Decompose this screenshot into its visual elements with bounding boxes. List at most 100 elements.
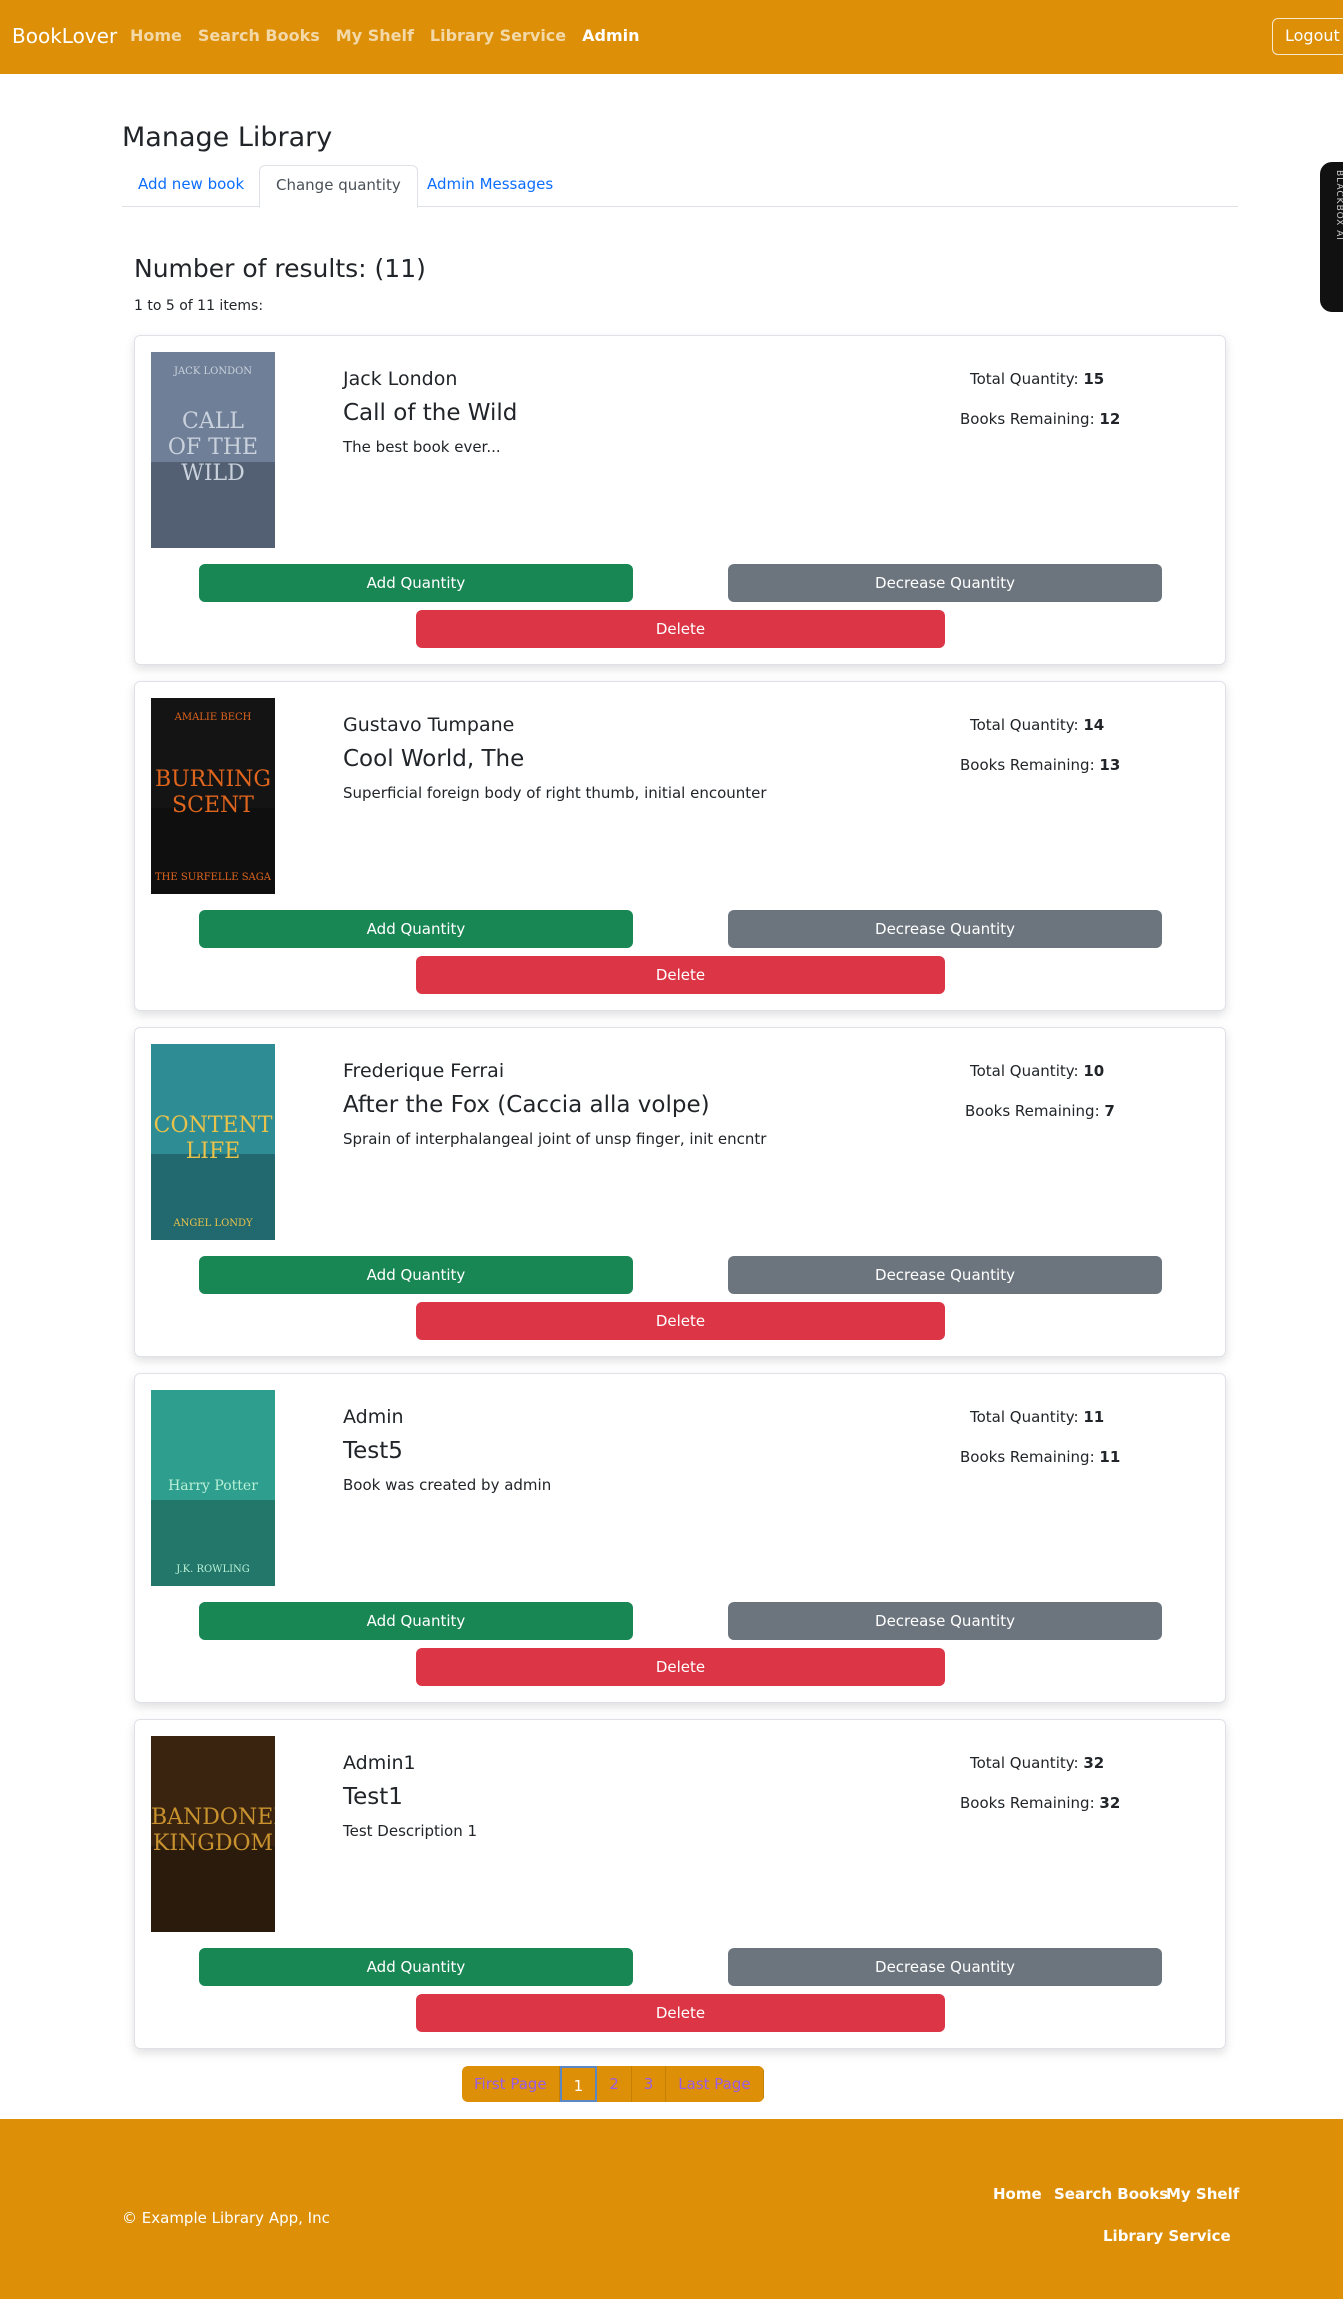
books-remaining: Books Remaining: 32 — [960, 1794, 1220, 1812]
book-cover-image: ABANDONEDKINGDOM — [151, 1736, 275, 1932]
svg-text:OF THE: OF THE — [168, 435, 258, 460]
decrease-quantity-button[interactable]: Decrease Quantity — [728, 910, 1162, 948]
books-remaining: Books Remaining: 7 — [965, 1102, 1225, 1120]
footer-copyright: © Example Library App, Inc — [122, 2209, 330, 2227]
decrease-quantity-button[interactable]: Decrease Quantity — [728, 1948, 1162, 1986]
pagination-first-page[interactable]: First Page — [462, 2066, 560, 2102]
books-remaining-value: 13 — [1099, 756, 1121, 774]
blackbox-side-tab-label: BLACKBOX AI — [1334, 170, 1343, 241]
svg-text:Harry Potter: Harry Potter — [168, 1478, 258, 1494]
total-quantity-label: Total Quantity: — [970, 1062, 1079, 1080]
book-cover-image: JACK LONDON CALL OF THE WILD — [151, 352, 275, 548]
total-quantity-value: 11 — [1083, 1408, 1105, 1426]
books-remaining-label: Books Remaining: — [960, 1448, 1095, 1466]
svg-text:LIFE: LIFE — [186, 1139, 241, 1164]
book-title: After the Fox (Caccia alla volpe) — [343, 1092, 710, 1118]
books-remaining: Books Remaining: 11 — [960, 1448, 1220, 1466]
book-title: Call of the Wild — [343, 400, 518, 426]
footer-link-my-shelf[interactable]: My Shelf — [1166, 2185, 1239, 2203]
add-quantity-button[interactable]: Add Quantity — [199, 910, 633, 948]
book-description: Book was created by admin — [343, 1476, 552, 1494]
total-quantity: Total Quantity: 10 — [970, 1062, 1230, 1080]
logout-button[interactable]: Logout — [1272, 18, 1343, 55]
delete-button[interactable]: Delete — [416, 610, 945, 648]
svg-text:ABANDONED: ABANDONED — [151, 1805, 275, 1830]
add-quantity-button[interactable]: Add Quantity — [199, 1948, 633, 1986]
total-quantity: Total Quantity: 15 — [970, 370, 1230, 388]
books-remaining: Books Remaining: 13 — [960, 756, 1220, 774]
nav-link-library-service[interactable]: Library Service — [430, 26, 566, 45]
delete-button[interactable]: Delete — [416, 1648, 945, 1686]
total-quantity-value: 15 — [1083, 370, 1105, 388]
svg-text:JACK LONDON: JACK LONDON — [173, 366, 252, 377]
book-author: Gustavo Tumpane — [343, 714, 515, 736]
book-author: Jack London — [343, 368, 458, 390]
navbar: BookLover Home Search Books My Shelf Lib… — [0, 0, 1343, 74]
books-remaining-label: Books Remaining: — [960, 1794, 1095, 1812]
books-remaining-value: 12 — [1099, 410, 1121, 428]
total-quantity-value: 14 — [1083, 716, 1105, 734]
svg-text:BURNING: BURNING — [155, 767, 271, 792]
svg-text:CONTENT: CONTENT — [154, 1113, 273, 1138]
footer-link-search-books[interactable]: Search Books — [1054, 2185, 1168, 2203]
tab-change-quantity[interactable]: Change quantity — [259, 165, 418, 208]
book-card: ABANDONEDKINGDOM Admin1 Test1 Test Descript… — [134, 1719, 1226, 2049]
nav-link-home[interactable]: Home — [130, 26, 182, 45]
book-cover-image: AMALIE BECH BURNING SCENT THE SURFELLE SAGA — [151, 698, 275, 894]
book-cover-image: Harry Potter J.K. ROWLING — [151, 1390, 275, 1586]
pagination-page-1[interactable]: 1 — [559, 2066, 598, 2102]
tab-admin-messages[interactable]: Admin Messages — [411, 165, 569, 207]
footer: © Example Library App, Inc Home Search B… — [0, 2119, 1343, 2299]
books-remaining-value: 7 — [1104, 1102, 1115, 1120]
nav-link-admin[interactable]: Admin — [582, 26, 639, 45]
pagination-last-page[interactable]: Last Page — [666, 2066, 764, 2102]
book-card: JACK LONDON CALL OF THE WILD Jack London Call… — [134, 335, 1226, 665]
svg-text:CALL: CALL — [182, 409, 244, 434]
books-remaining-label: Books Remaining: — [960, 410, 1095, 428]
books-remaining: Books Remaining: 12 — [960, 410, 1220, 428]
total-quantity-label: Total Quantity: — [970, 1408, 1079, 1426]
pagination: First Page 1 2 3 Last Page — [462, 2066, 764, 2102]
nav-link-my-shelf[interactable]: My Shelf — [336, 26, 414, 45]
footer-link-library-service[interactable]: Library Service — [1103, 2227, 1231, 2245]
add-quantity-button[interactable]: Add Quantity — [199, 1602, 633, 1640]
nav-link-search-books[interactable]: Search Books — [198, 26, 320, 45]
total-quantity: Total Quantity: 11 — [970, 1408, 1230, 1426]
results-range: 1 to 5 of 11 items: — [134, 298, 264, 314]
decrease-quantity-button[interactable]: Decrease Quantity — [728, 1256, 1162, 1294]
decrease-quantity-button[interactable]: Decrease Quantity — [728, 564, 1162, 602]
svg-text:KINGDOM: KINGDOM — [153, 1831, 273, 1856]
book-title: Test1 — [343, 1784, 403, 1810]
book-description: Test Description 1 — [343, 1822, 478, 1840]
total-quantity-label: Total Quantity: — [970, 370, 1079, 388]
brand-logo[interactable]: BookLover — [12, 24, 117, 48]
delete-button[interactable]: Delete — [416, 1994, 945, 2032]
tab-bar: Add new book Change quantity Admin Messa… — [122, 165, 1238, 208]
nav-links: Home Search Books My Shelf Library Servi… — [130, 26, 640, 45]
total-quantity-label: Total Quantity: — [970, 1754, 1079, 1772]
books-remaining-value: 11 — [1099, 1448, 1121, 1466]
book-title: Cool World, The — [343, 746, 525, 772]
book-author: Admin1 — [343, 1752, 416, 1774]
books-remaining-label: Books Remaining: — [960, 756, 1095, 774]
book-description: Sprain of interphalangeal joint of unsp … — [343, 1130, 767, 1148]
footer-link-home[interactable]: Home — [993, 2185, 1042, 2203]
tab-add-new-book[interactable]: Add new book — [122, 165, 260, 207]
book-author: Admin — [343, 1406, 404, 1428]
svg-text:SCENT: SCENT — [172, 793, 254, 818]
total-quantity-value: 32 — [1083, 1754, 1105, 1772]
svg-text:J.K. ROWLING: J.K. ROWLING — [175, 1564, 250, 1575]
total-quantity-value: 10 — [1083, 1062, 1105, 1080]
book-cover-image: CONTENT LIFE ANGEL LONDY — [151, 1044, 275, 1240]
svg-text:AMALIE BECH: AMALIE BECH — [174, 712, 252, 723]
pagination-page-2[interactable]: 2 — [597, 2066, 632, 2102]
add-quantity-button[interactable]: Add Quantity — [199, 564, 633, 602]
decrease-quantity-button[interactable]: Decrease Quantity — [728, 1602, 1162, 1640]
add-quantity-button[interactable]: Add Quantity — [199, 1256, 633, 1294]
delete-button[interactable]: Delete — [416, 956, 945, 994]
delete-button[interactable]: Delete — [416, 1302, 945, 1340]
page-title: Manage Library — [122, 122, 333, 153]
book-card: Harry Potter J.K. ROWLING Admin Test5 Book w… — [134, 1373, 1226, 1703]
book-card: AMALIE BECH BURNING SCENT THE SURFELLE SAGA… — [134, 681, 1226, 1011]
pagination-page-3[interactable]: 3 — [631, 2066, 667, 2102]
